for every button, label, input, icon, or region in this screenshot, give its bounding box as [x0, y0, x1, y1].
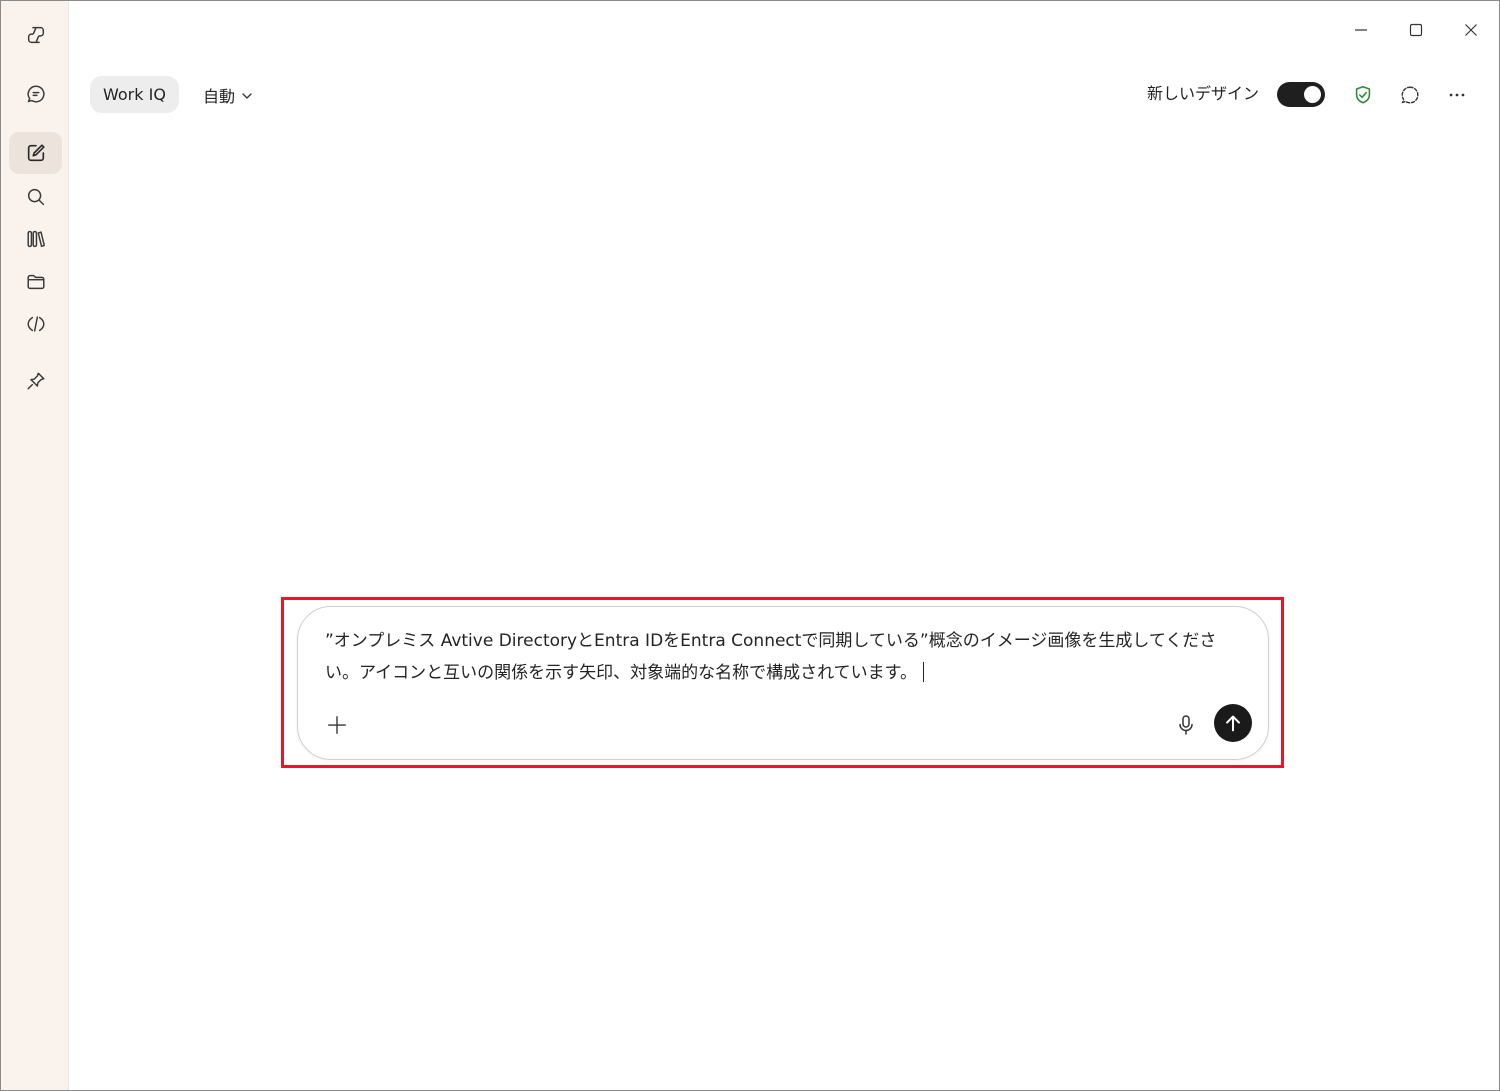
mode-dropdown[interactable]: 自動 — [199, 76, 257, 113]
new-design-toggle[interactable] — [1277, 82, 1325, 107]
chevron-down-icon — [242, 92, 252, 99]
text-caret — [922, 662, 925, 682]
search-icon[interactable] — [9, 176, 62, 218]
pin-icon[interactable] — [9, 360, 62, 402]
work-iq-label: Work IQ — [103, 85, 166, 104]
prompt-input[interactable]: ”オンプレミス Avtive DirectoryとEntra IDをEntra … — [325, 625, 1240, 689]
plus-icon[interactable] — [322, 710, 352, 740]
mode-label: 自動 — [203, 86, 236, 106]
prompt-text: ”オンプレミス Avtive DirectoryとEntra IDをEntra … — [325, 631, 1217, 683]
library-icon[interactable] — [9, 218, 62, 260]
copilot-logo-icon[interactable] — [9, 14, 62, 56]
chat-bubble-icon[interactable] — [1394, 79, 1426, 111]
send-arrow-icon[interactable] — [1214, 704, 1252, 742]
more-icon[interactable] — [1441, 79, 1473, 111]
chat-icon[interactable] — [9, 73, 62, 115]
shield-check-icon[interactable] — [1347, 79, 1379, 111]
app-window: Work IQ 自動 新しいデザイン ”オンプレミス Avtive Direct… — [0, 0, 1500, 1091]
new-design-label: 新しいデザイン — [1147, 84, 1260, 103]
toggle-knob — [1304, 86, 1321, 103]
code-icon[interactable] — [9, 303, 62, 345]
new-chat-icon[interactable] — [9, 132, 62, 174]
work-iq-button[interactable]: Work IQ — [90, 76, 179, 113]
maximize-icon[interactable] — [1396, 13, 1436, 47]
folder-icon[interactable] — [9, 261, 62, 303]
minimize-icon[interactable] — [1341, 13, 1381, 47]
sidebar — [1, 1, 69, 1090]
microphone-icon[interactable] — [1172, 710, 1200, 740]
prompt-composer: ”オンプレミス Avtive DirectoryとEntra IDをEntra … — [297, 606, 1269, 760]
close-icon[interactable] — [1451, 13, 1491, 47]
